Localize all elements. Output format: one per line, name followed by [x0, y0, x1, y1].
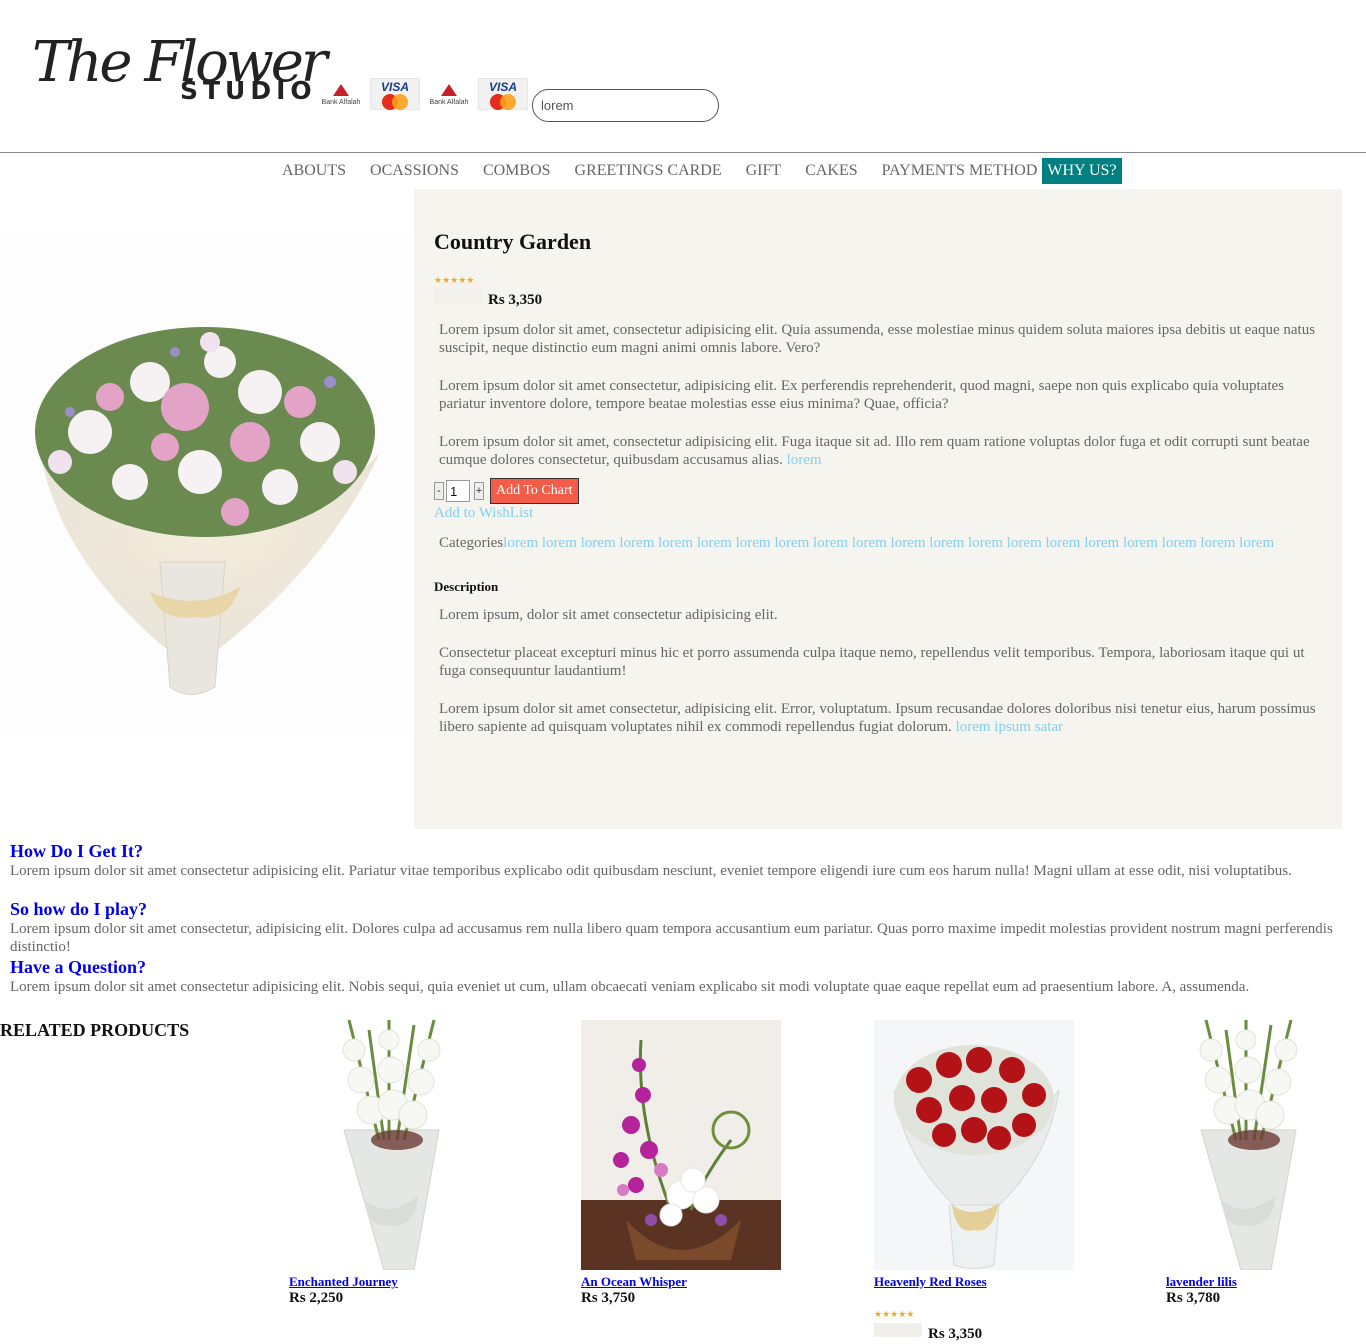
faq-answer: Lorem ipsum dolor sit amet consectetur, … — [10, 921, 1333, 955]
faq-question: So how do I play? — [10, 899, 148, 919]
mastercard-icon — [380, 94, 410, 110]
mastercard-icon — [488, 94, 518, 110]
nav-item-cakes[interactable]: CAKES — [793, 158, 869, 184]
category-links[interactable]: lorem lorem lorem lorem lorem lorem lore… — [503, 535, 1274, 551]
related-product-name[interactable]: Enchanted Journey — [289, 1274, 398, 1290]
description-paragraph: Lorem ipsum dolor sit amet consectetur, … — [439, 700, 1319, 736]
related-product-name[interactable]: Heavenly Red Roses — [874, 1274, 987, 1290]
faq-question: How Do I Get It? — [10, 841, 143, 861]
product-image — [0, 232, 410, 732]
product-title: Country Garden — [434, 229, 592, 254]
bank-alfalah-icon — [441, 84, 457, 96]
site-logo[interactable]: The Flower STUDIO — [32, 30, 328, 110]
add-to-cart-button[interactable]: Add To Chart — [490, 478, 579, 504]
main-nav: ABOUTS OCASSIONS COMBOS GREETINGS CARDE … — [270, 158, 1122, 184]
visa-mastercard-logo: VISA — [478, 78, 528, 110]
visa-mastercard-logo: VISA — [370, 78, 420, 110]
search-input[interactable] — [532, 89, 719, 122]
nav-item-why-us[interactable]: WHY US? — [1042, 158, 1122, 184]
nav-item-greetings-carde[interactable]: GREETINGS CARDE — [563, 158, 734, 184]
qty-decrease-button[interactable]: - — [434, 482, 444, 500]
bank-alfalah-logo: Bank Alfalah — [425, 78, 473, 112]
visa-label: VISA — [380, 80, 409, 94]
related-product-image[interactable] — [289, 1020, 489, 1270]
nav-item-payments-method[interactable]: PAYMENTS METHOD — [870, 158, 1038, 184]
description-paragraph: Lorem ipsum, dolor sit amet consectetur … — [439, 607, 778, 623]
nav-item-ocassions[interactable]: OCASSIONS — [358, 158, 471, 184]
gladiolus-bouquet-illustration — [342, 1020, 441, 1270]
nav-item-gift[interactable]: GIFT — [734, 158, 794, 184]
add-to-wishlist-link[interactable]: Add to WishList — [434, 505, 533, 522]
related-product-image[interactable] — [581, 1020, 781, 1270]
orchid-arrangement-illustration — [581, 1039, 781, 1270]
red-roses-bouquet-illustration — [893, 1045, 1060, 1269]
related-product-rating: ★★★★★ — [874, 1309, 915, 1319]
header-divider — [0, 152, 1366, 153]
related-product-image[interactable] — [1166, 1020, 1366, 1270]
related-product-price: Rs 3,750 — [581, 1290, 636, 1306]
nav-item-combos[interactable]: COMBOS — [471, 158, 563, 184]
product-categories: Categorieslorem lorem lorem lorem lorem … — [439, 534, 1319, 552]
description-link[interactable]: lorem ipsum satar — [956, 719, 1063, 735]
product-rating: ★★★★★ — [434, 275, 475, 285]
rating-placeholder — [874, 1323, 922, 1337]
visa-label: VISA — [488, 80, 517, 94]
paragraph-link[interactable]: lorem — [787, 452, 822, 468]
gladiolus-bouquet-illustration — [1199, 1020, 1298, 1270]
bank-alfalah-label: Bank Alfalah — [429, 99, 469, 106]
product-paragraph: Lorem ipsum dolor sit amet consectetur, … — [439, 378, 1284, 412]
bank-alfalah-label: Bank Alfalah — [321, 99, 361, 106]
related-product-name[interactable]: lavender lilis — [1166, 1274, 1237, 1290]
related-product-price: Rs 3,350 — [928, 1326, 983, 1342]
paragraph-text: Lorem ipsum dolor sit amet, consectetur … — [439, 434, 1310, 468]
qty-increase-button[interactable]: + — [474, 482, 484, 500]
categories-label: Categories — [439, 535, 504, 551]
rating-placeholder — [434, 289, 482, 303]
nav-item-abouts[interactable]: ABOUTS — [270, 158, 358, 184]
faq-question: Have a Question? — [10, 957, 147, 977]
related-product-name[interactable]: An Ocean Whisper — [581, 1274, 687, 1290]
product-paragraph: Lorem ipsum dolor sit amet, consectetur … — [439, 322, 1316, 356]
description-heading: Description — [434, 579, 499, 594]
bank-alfalah-logo: Bank Alfalah — [317, 78, 365, 112]
faq-answer: Lorem ipsum dolor sit amet consectetur a… — [10, 863, 1292, 879]
faq-answer: Lorem ipsum dolor sit amet consectetur a… — [10, 979, 1250, 995]
logo-studio-text: STUDIO — [180, 76, 317, 105]
related-products-heading: RELATED PRODUCTS — [0, 1020, 190, 1040]
product-paragraph: Lorem ipsum dolor sit amet, consectetur … — [439, 433, 1319, 469]
product-price: Rs 3,350 — [488, 292, 543, 308]
description-text: Lorem ipsum dolor sit amet consectetur, … — [439, 701, 1316, 735]
bank-alfalah-icon — [333, 84, 349, 96]
quantity-input[interactable] — [446, 480, 470, 502]
related-product-price: Rs 2,250 — [289, 1290, 344, 1306]
related-product-image[interactable] — [874, 1020, 1074, 1270]
description-paragraph: Consectetur placeat excepturi minus hic … — [439, 645, 1305, 679]
related-product-price: Rs 3,780 — [1166, 1290, 1221, 1306]
bouquet-illustration — [35, 327, 380, 695]
